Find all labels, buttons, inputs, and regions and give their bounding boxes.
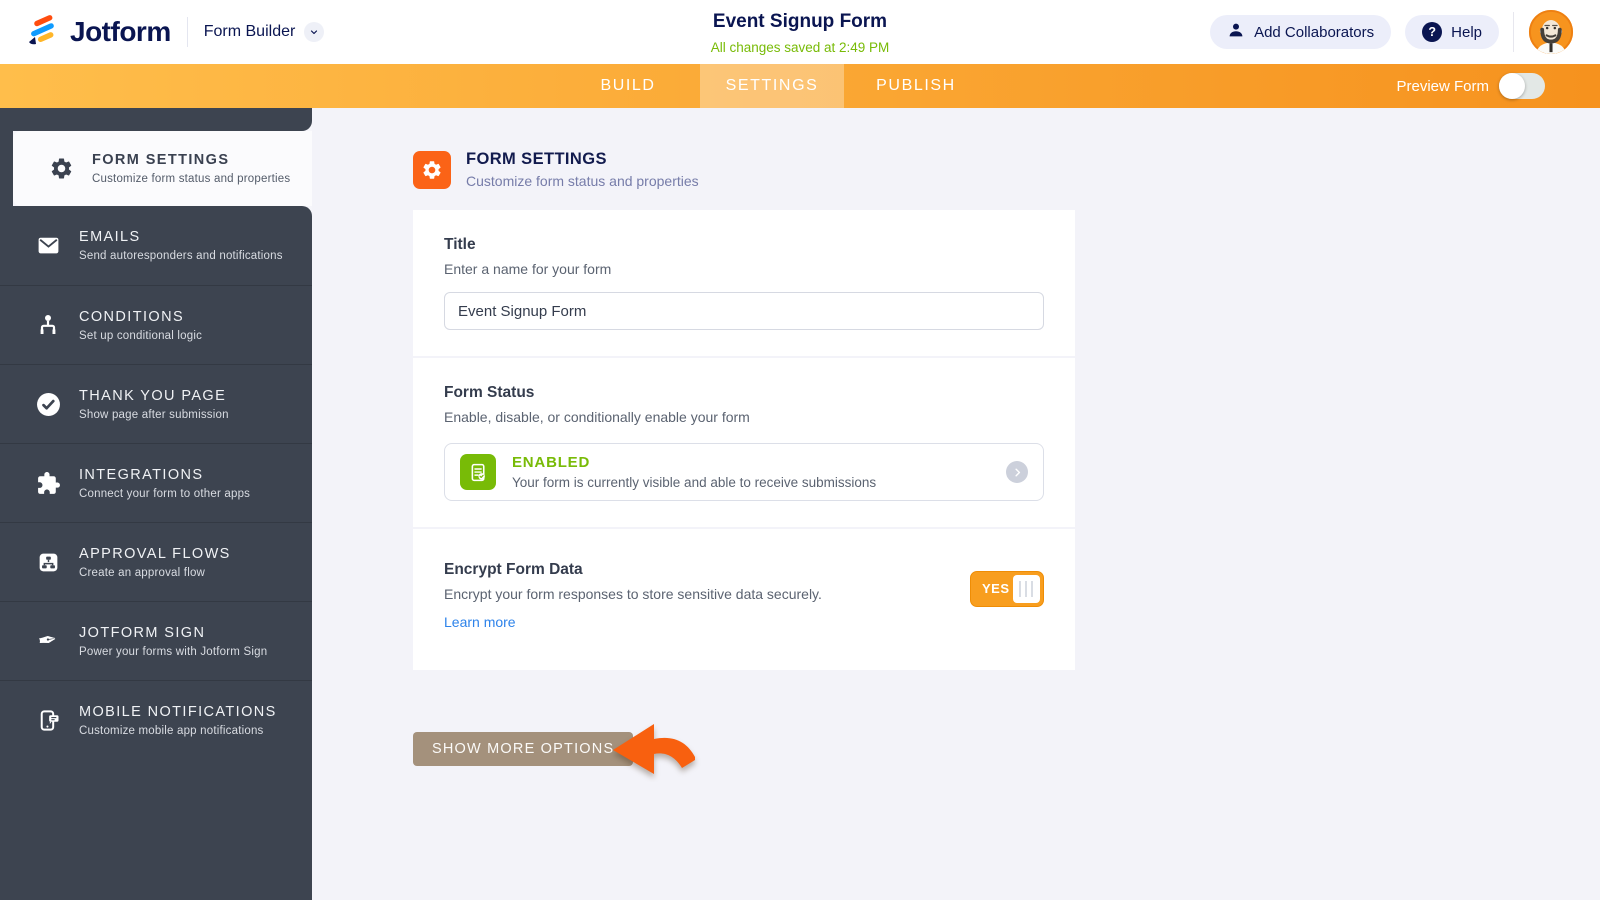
enabled-form-icon xyxy=(460,454,496,490)
gear-icon xyxy=(46,156,76,181)
jotform-logo-icon xyxy=(24,12,60,53)
form-status-selector[interactable]: ENABLED Your form is currently visible a… xyxy=(444,443,1044,501)
preview-form-label: Preview Form xyxy=(1396,77,1489,95)
sidebar-item-approval-flows[interactable]: APPROVAL FLOWS Create an approval flow xyxy=(0,522,312,601)
fountain-pen-icon: ✒ xyxy=(36,626,60,655)
form-status-label: Form Status xyxy=(444,384,535,401)
brand-name: Jotform xyxy=(70,16,171,47)
sidebar-item-label: EMAILS xyxy=(79,229,141,245)
sidebar-item-integrations[interactable]: INTEGRATIONS Connect your form to other … xyxy=(0,443,312,522)
sidebar-item-subtitle: Create an approval flow xyxy=(79,566,206,579)
person-icon xyxy=(1227,21,1245,43)
encrypt-label: Encrypt Form Data xyxy=(444,561,583,578)
page-title[interactable]: Event Signup Form xyxy=(711,11,890,33)
sidebar-item-subtitle: Connect your form to other apps xyxy=(79,487,251,500)
toggle-knob xyxy=(1013,575,1040,603)
sidebar-item-form-settings[interactable]: FORM SETTINGS Customize form status and … xyxy=(13,131,312,206)
puzzle-icon xyxy=(33,471,63,496)
sidebar-item-thank-you-page[interactable]: THANK YOU PAGE Show page after submissio… xyxy=(0,364,312,443)
sidebar-item-subtitle: Customize form status and properties xyxy=(92,173,291,185)
header-divider xyxy=(1513,12,1514,52)
encrypt-form-data-card: Encrypt Form Data Encrypt your form resp… xyxy=(413,529,1075,670)
product-name: Form Builder xyxy=(203,23,296,40)
sidebar-item-label: MOBILE NOTIFICATIONS xyxy=(79,703,277,720)
form-status-card: Form Status Enable, disable, or conditio… xyxy=(413,358,1075,527)
status-description: Your form is currently visible and able … xyxy=(512,475,877,490)
encrypt-toggle[interactable]: YES xyxy=(970,571,1044,607)
help-label: Help xyxy=(1451,23,1482,41)
section-title: FORM SETTINGS xyxy=(466,150,607,168)
mobile-chat-icon xyxy=(33,708,63,733)
form-title-block: Event Signup Form All changes saved at 2… xyxy=(711,11,890,55)
workflow-icon xyxy=(33,550,63,575)
sidebar-item-subtitle: Set up conditional logic xyxy=(79,329,203,342)
form-title-input[interactable] xyxy=(444,292,1044,330)
sitemap-icon xyxy=(33,313,63,337)
preview-form-toggle[interactable] xyxy=(1499,73,1545,99)
form-status-description: Enable, disable, or conditionally enable… xyxy=(444,409,750,425)
sidebar-item-jotform-sign[interactable]: ✒ JOTFORM SIGN Power your forms with Jot… xyxy=(0,601,312,680)
tab-settings[interactable]: SETTINGS xyxy=(700,64,844,108)
sidebar-item-emails[interactable]: EMAILS Send autoresponders and notificat… xyxy=(0,206,312,285)
tab-build[interactable]: BUILD xyxy=(556,64,700,108)
sidebar-top-strip xyxy=(0,108,312,131)
question-mark-icon: ? xyxy=(1422,22,1443,42)
status-badge: ENABLED xyxy=(512,454,591,471)
add-collaborators-label: Add Collaborators xyxy=(1254,23,1375,41)
tab-publish[interactable]: PUBLISH xyxy=(844,64,988,108)
help-button[interactable]: ? Help xyxy=(1405,15,1499,49)
sidebar-item-label: THANK YOU PAGE xyxy=(79,387,227,404)
chevron-down-icon xyxy=(304,22,325,42)
autosave-status: All changes saved at 2:49 PM xyxy=(710,40,890,55)
sidebar-item-label: FORM SETTINGS xyxy=(92,152,230,168)
sidebar-item-subtitle: Show page after submission xyxy=(79,408,229,421)
builder-navbar: BUILD SETTINGS PUBLISH Preview Form xyxy=(0,64,1600,108)
sidebar-item-subtitle: Send autoresponders and notifications xyxy=(79,250,283,262)
builder-tabs: BUILD SETTINGS PUBLISH xyxy=(556,64,988,108)
sidebar-items: EMAILS Send autoresponders and notificat… xyxy=(0,206,312,900)
title-card: Title Enter a name for your form xyxy=(413,210,1075,356)
sidebar-item-label: CONDITIONS xyxy=(79,308,185,325)
learn-more-link[interactable]: Learn more xyxy=(444,614,516,630)
sidebar-item-label: INTEGRATIONS xyxy=(79,466,204,483)
encrypt-description: Encrypt your form responses to store sen… xyxy=(444,586,822,602)
envelope-icon xyxy=(33,233,63,258)
form-builder-dropdown[interactable]: Form Builder xyxy=(204,22,325,42)
show-more-options-button[interactable]: SHOW MORE OPTIONS xyxy=(413,732,634,766)
sidebar-item-subtitle: Power your forms with Jotform Sign xyxy=(79,645,268,658)
app-header: Jotform Form Builder Event Signup Form A… xyxy=(0,0,1600,64)
sidebar-item-conditions[interactable]: CONDITIONS Set up conditional logic xyxy=(0,285,312,364)
add-collaborators-button[interactable]: Add Collaborators xyxy=(1210,15,1392,49)
section-subtitle: Customize form status and properties xyxy=(466,173,699,189)
sidebar-item-label: APPROVAL FLOWS xyxy=(79,545,231,562)
sidebar-item-label: JOTFORM SIGN xyxy=(79,624,206,641)
settings-main-panel: FORM SETTINGS Customize form status and … xyxy=(312,108,1600,900)
toggle-value-label: YES xyxy=(982,581,1010,596)
check-circle-icon xyxy=(33,392,63,417)
header-divider xyxy=(186,17,188,47)
title-label: Title xyxy=(444,236,476,253)
sidebar-item-mobile-notifications[interactable]: MOBILE NOTIFICATIONS Customize mobile ap… xyxy=(0,680,312,759)
title-description: Enter a name for your form xyxy=(444,261,612,277)
chevron-right-icon[interactable] xyxy=(1006,461,1028,483)
toggle-knob xyxy=(1499,73,1525,99)
user-avatar[interactable] xyxy=(1528,9,1574,55)
settings-sidebar: FORM SETTINGS Customize form status and … xyxy=(0,108,312,900)
gear-icon xyxy=(413,150,451,189)
sidebar-item-subtitle: Customize mobile app notifications xyxy=(79,724,264,737)
jotform-logo[interactable]: Jotform xyxy=(24,12,171,53)
